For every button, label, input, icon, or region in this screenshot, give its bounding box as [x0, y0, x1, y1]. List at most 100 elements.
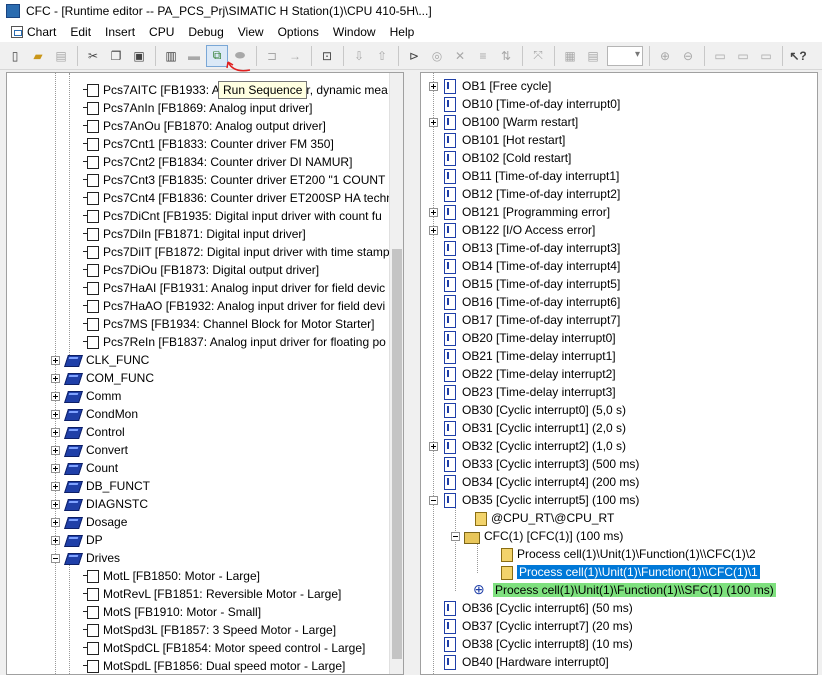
expand-icon[interactable] — [51, 409, 60, 419]
expand-icon[interactable] — [51, 427, 60, 437]
ob-item[interactable]: OB31 [Cyclic interrupt1] (2,0 s) — [429, 419, 626, 437]
window-button-3[interactable]: ▭ — [755, 45, 777, 67]
tree-block-item[interactable]: MotSpd3L [FB1857: 3 Speed Motor - Large] — [83, 621, 336, 639]
compile-button[interactable]: ⊡ — [316, 45, 338, 67]
zoom-out-button[interactable]: ⊖ — [677, 45, 699, 67]
menu-view[interactable]: View — [231, 23, 271, 41]
expand-icon[interactable] — [429, 441, 438, 451]
ob-item[interactable]: OB101 [Hot restart] — [429, 131, 565, 149]
test-mode-button[interactable]: ⊳ — [403, 45, 425, 67]
ob-item[interactable]: OB21 [Time-delay interrupt1] — [429, 347, 616, 365]
ob-item[interactable]: OB15 [Time-of-day interrupt5] — [429, 275, 620, 293]
ob-item[interactable]: OB11 [Time-of-day interrupt1] — [429, 167, 619, 185]
tree-block-item[interactable]: Pcs7Cnt1 [FB1833: Counter driver FM 350] — [83, 135, 334, 153]
open-button[interactable]: ▰ — [27, 45, 49, 67]
ob-item[interactable]: OB121 [Programming error] — [429, 203, 610, 221]
tree-folder-convert[interactable]: Convert — [51, 441, 128, 459]
ob-item[interactable]: OB40 [Hardware interrupt0] — [429, 653, 609, 671]
run-sequence-pane[interactable]: OB1 [Free cycle] OB10 [Time-of-day interr… — [420, 72, 818, 675]
expand-icon[interactable] — [51, 535, 60, 545]
tree-folder-condmon[interactable]: CondMon — [51, 405, 138, 423]
menu-cpu[interactable]: CPU — [142, 23, 181, 41]
ob-item[interactable]: OB17 [Time-of-day interrupt7] — [429, 311, 620, 329]
tree-block-item[interactable]: Pcs7ReIn [FB1837: Analog input driver fo… — [83, 333, 386, 351]
tree-block-item[interactable]: Pcs7DiIn [FB1871: Digital input driver] — [83, 225, 306, 243]
expand-icon[interactable] — [429, 81, 438, 91]
tree-block-item[interactable]: Pcs7MS [FB1934: Channel Block for Motor … — [83, 315, 374, 333]
tree-block-item[interactable]: MotSpdL [FB1856: Dual speed motor - Larg… — [83, 657, 345, 674]
tree-block-item[interactable]: MotL [FB1850: Motor - Large] — [83, 567, 260, 585]
ob-item[interactable]: OB32 [Cyclic interrupt2] (1,0 s) — [429, 437, 626, 455]
help-button[interactable]: ↖? — [787, 45, 809, 67]
x-button[interactable]: ✕ — [449, 45, 471, 67]
ob-item[interactable]: OB36 [Cyclic interrupt6] (50 ms) — [429, 599, 633, 617]
tree-folder-control[interactable]: Control — [51, 423, 125, 441]
grid-button[interactable]: ▦ — [559, 45, 581, 67]
ob-item[interactable]: OB12 [Time-of-day interrupt2] — [429, 185, 620, 203]
tree-block-item[interactable]: MotS [FB1910: Motor - Small] — [83, 603, 261, 621]
print-button[interactable]: ▤ — [50, 45, 72, 67]
expand-icon[interactable] — [429, 225, 438, 235]
menu-window[interactable]: Window — [326, 23, 383, 41]
expand-icon[interactable] — [51, 499, 60, 509]
menu-chart[interactable]: Chart — [4, 23, 63, 41]
tree-folder-drives[interactable]: Drives — [51, 549, 120, 567]
cpu-rt-item[interactable]: @CPU_RT\@CPU_RT — [473, 509, 614, 527]
block-catalog-pane[interactable]: Pcs7AITC [FB1933: A er, dynamic mea Pcs7A… — [6, 72, 404, 675]
tree-block-item[interactable]: Pcs7AnIn [FB1869: Analog input driver] — [83, 99, 312, 117]
ob-item[interactable]: OB1 [Free cycle] — [429, 77, 551, 95]
menu-edit[interactable]: Edit — [63, 23, 98, 41]
ob-item[interactable]: OB35 [Cyclic interrupt5] (100 ms) — [429, 491, 639, 509]
paste-button[interactable]: ▣ — [128, 45, 150, 67]
zoom-combo[interactable] — [607, 45, 643, 66]
menu-debug[interactable]: Debug — [181, 23, 230, 41]
sort-button[interactable]: ⇅ — [495, 45, 517, 67]
expand-icon[interactable] — [429, 117, 438, 127]
upload-button[interactable]: ⇧ — [371, 45, 393, 67]
cfc-runtime-group[interactable]: CFC(1) [CFC(1)] (100 ms) — [451, 527, 623, 545]
sfc-item[interactable]: Process cell(1)\Unit(1)\Function(1)\\SFC… — [473, 581, 776, 599]
tree-block-item[interactable]: Pcs7DiIT [FB1872: Digital input driver w… — [83, 243, 390, 261]
tree-block-item[interactable]: Pcs7Cnt3 [FB1835: Counter driver ET200 "… — [83, 171, 402, 189]
tree-folder-diagnstc[interactable]: DIAGNSTC — [51, 495, 148, 513]
tree-block-item[interactable]: Pcs7DiCnt [FB1935: Digital input driver … — [83, 207, 382, 225]
ob-item[interactable]: OB38 [Cyclic interrupt8] (10 ms) — [429, 635, 633, 653]
tree-folder-count[interactable]: Count — [51, 459, 118, 477]
tree-folder-com-func[interactable]: COM_FUNC — [51, 369, 154, 387]
ob-item[interactable]: OB10 [Time-of-day interrupt0] — [429, 95, 620, 113]
tree-block-item[interactable]: Pcs7Cnt4 [FB1836: Counter driver ET200SP… — [83, 189, 400, 207]
collapse-icon[interactable] — [451, 531, 460, 541]
block-button[interactable]: ⊐ — [261, 45, 283, 67]
expand-icon[interactable] — [51, 373, 60, 383]
process-cell-item-1[interactable]: Process cell(1)\Unit(1)\Function(1)\\CFC… — [499, 563, 761, 581]
expand-icon[interactable] — [429, 207, 438, 217]
menu-help[interactable]: Help — [383, 23, 422, 41]
tree-block-item[interactable]: MotSpdCL [FB1854: Motor speed control - … — [83, 639, 365, 657]
collapse-icon[interactable] — [51, 553, 60, 563]
scrollbar-thumb[interactable] — [392, 249, 402, 659]
tree-block-item[interactable]: Pcs7DiOu [FB1873: Digital output driver] — [83, 261, 319, 279]
tree-folder-clk-func[interactable]: CLK_FUNC — [51, 351, 149, 369]
chart-view-button[interactable]: ▬ — [183, 45, 205, 67]
collapse-icon[interactable] — [429, 495, 438, 505]
arrow-right-button[interactable]: → — [284, 45, 306, 67]
ob-item[interactable]: OB100 [Warm restart] — [429, 113, 578, 131]
ob-item[interactable]: OB34 [Cyclic interrupt4] (200 ms) — [429, 473, 639, 491]
list-button[interactable]: ≡ — [472, 45, 494, 67]
download-button[interactable]: ⇩ — [348, 45, 370, 67]
tree-block-item[interactable]: Pcs7AnOu [FB1870: Analog output driver] — [83, 117, 326, 135]
pane-splitter[interactable] — [404, 72, 420, 675]
expand-icon[interactable] — [51, 391, 60, 401]
ob-item[interactable]: OB33 [Cyclic interrupt3] (500 ms) — [429, 455, 639, 473]
tree-block-item[interactable]: Pcs7HaAO [FB1932: Analog input driver fo… — [83, 297, 385, 315]
copy-button[interactable]: ❐ — [105, 45, 127, 67]
tree-block-item[interactable]: Pcs7Cnt2 [FB1834: Counter driver DI NAMU… — [83, 153, 352, 171]
menu-insert[interactable]: Insert — [98, 23, 142, 41]
ob-item[interactable]: OB22 [Time-delay interrupt2] — [429, 365, 616, 383]
expand-icon[interactable] — [51, 355, 60, 365]
process-cell-item-2[interactable]: Process cell(1)\Unit(1)\Function(1)\\CFC… — [499, 545, 756, 563]
expand-icon[interactable] — [51, 481, 60, 491]
ob-item[interactable]: OB14 [Time-of-day interrupt4] — [429, 257, 620, 275]
tree-folder-dosage[interactable]: Dosage — [51, 513, 127, 531]
tree-folder-comm[interactable]: Comm — [51, 387, 121, 405]
